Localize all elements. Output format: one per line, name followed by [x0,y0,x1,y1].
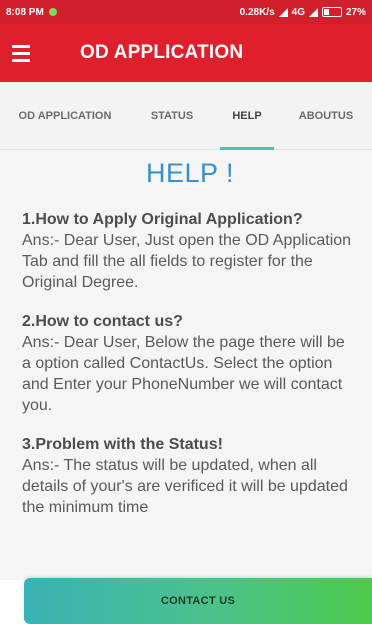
faq-answer: Ans:- Dear User, Just open the OD Applic… [22,232,352,291]
faq-item: 1.How to Apply Original Application? Ans… [22,209,358,293]
network-type: 4G [291,6,305,18]
battery-icon [321,7,342,17]
signal-strength-icon [308,7,318,17]
menu-icon[interactable] [12,29,60,77]
tab-od-application[interactable]: OD APPLICATION [0,82,130,150]
faq-answer: Ans:- The status will be updated, when a… [22,457,348,516]
app-title: OD APPLICATION [80,42,244,63]
help-content[interactable]: HELP ! 1.How to Apply Original Applicati… [0,150,372,580]
faq-item: 2.How to contact us? Ans:- Dear User, Be… [22,311,358,416]
tab-aboutus[interactable]: ABOUTUS [280,82,372,150]
faq-question: 1.How to Apply Original Application? [22,211,303,228]
faq-item: 3.Problem with the Status! Ans:- The sta… [22,434,358,518]
signal-icon [278,7,288,17]
faq-question: 3.Problem with the Status! [22,436,223,453]
network-speed: 0.28K/s [239,6,275,18]
help-title: HELP ! [145,158,235,188]
app-bar: OD APPLICATION [0,24,372,82]
tab-bar: OD APPLICATION STATUS HELP ABOUTUS [0,82,372,150]
status-indicators: 0.28K/s 4G 27% [240,7,366,18]
status-time: 8:08 PM [6,6,44,18]
notification-icon [48,8,57,16]
tab-status[interactable]: STATUS [130,82,214,150]
battery-level: 27% [345,6,366,18]
contact-us-button[interactable]: CONTACT US [24,578,372,624]
tab-help[interactable]: HELP [214,82,280,150]
faq-question: 2.How to contact us? [22,313,183,330]
faq-answer: Ans:- Dear User, Below the page there wi… [22,334,345,414]
status-bar: 8:08 PM 0.28K/s 4G 27% [0,0,372,24]
